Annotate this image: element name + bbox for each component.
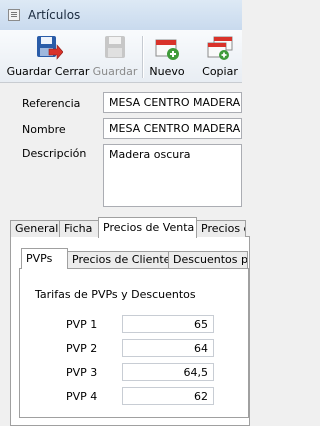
copy-label: Copiar <box>202 65 238 78</box>
new-label: Nuevo <box>149 65 185 78</box>
new-button[interactable]: Nuevo <box>146 30 188 82</box>
nombre-label: Nombre <box>22 123 66 136</box>
pvp-1-input[interactable]: 65 <box>122 315 214 333</box>
tab-precios-clientes[interactable]: Precios de Clientes <box>67 251 169 268</box>
window-title: Artículos <box>28 8 81 22</box>
save-close-label: Guardar Cerrar <box>6 65 90 78</box>
toolbar-separator <box>142 36 144 78</box>
descripcion-textarea[interactable]: Madera oscura <box>103 144 242 207</box>
pvp-4-input[interactable]: 62 <box>122 387 214 405</box>
new-icon <box>155 39 179 60</box>
inner-tabs: PVPs Precios de Clientes Descuentos po <box>0 248 248 270</box>
title-bar: Artículos <box>0 0 242 31</box>
tab-pvps[interactable]: PVPs <box>21 248 68 269</box>
save-icon <box>105 36 125 58</box>
pvp-3-input[interactable]: 64,5 <box>122 363 214 381</box>
copy-button[interactable]: Copiar <box>196 30 244 82</box>
save-close-icon <box>37 36 63 60</box>
save-close-button[interactable]: Guardar Cerrar <box>6 30 90 82</box>
tab-ficha[interactable]: Ficha <box>59 220 99 237</box>
app-icon <box>8 9 20 21</box>
pvps-heading: Tarifas de PVPs y Descuentos <box>35 288 196 301</box>
descripcion-label: Descripción <box>22 147 87 160</box>
tab-precios-compra[interactable]: Precios de <box>196 220 246 237</box>
save-button[interactable]: Guardar <box>91 30 139 82</box>
referencia-input[interactable]: MESA CENTRO MADERA <box>103 92 242 113</box>
pvp-3-label: PVP 3 <box>66 366 98 379</box>
main-tabs: General Ficha Precios de Venta Precios d… <box>0 217 246 238</box>
toolbar: Guardar Cerrar Guardar Nuevo Copiar <box>0 30 242 83</box>
save-label: Guardar <box>92 65 138 78</box>
tab-precios-venta[interactable]: Precios de Venta <box>98 217 197 238</box>
pvp-2-label: PVP 2 <box>66 342 98 355</box>
pvp-2-input[interactable]: 64 <box>122 339 214 357</box>
copy-icon <box>207 36 233 60</box>
nombre-input[interactable]: MESA CENTRO MADERA <box>103 118 242 139</box>
referencia-label: Referencia <box>22 97 81 110</box>
pvp-4-label: PVP 4 <box>66 390 98 403</box>
pvp-1-label: PVP 1 <box>66 318 98 331</box>
tab-descuentos[interactable]: Descuentos po <box>168 251 248 268</box>
tab-general[interactable]: General <box>10 220 60 237</box>
